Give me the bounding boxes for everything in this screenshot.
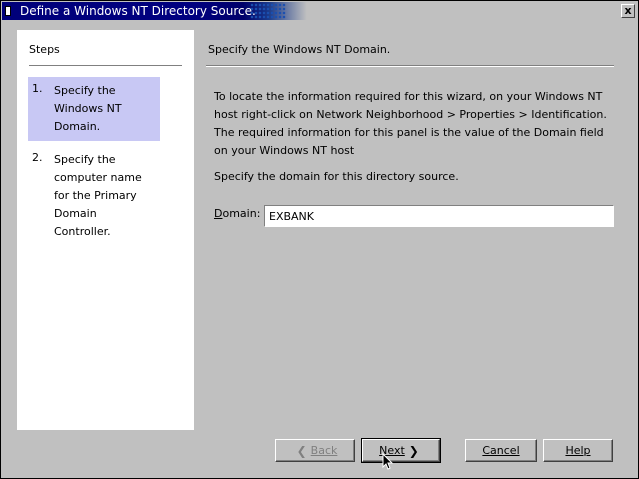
next-arrow-icon: ❯: [408, 443, 419, 458]
steps-panel: Steps 1. Specify the Windows NT Domain. …: [17, 30, 194, 430]
next-button[interactable]: Next ❯: [361, 438, 441, 463]
panel-prompt: Specify the domain for this directory so…: [214, 170, 459, 183]
domain-label: Domain:: [214, 207, 260, 220]
panel-description: To locate the information required for t…: [214, 90, 607, 157]
step-number: 1.: [32, 82, 43, 95]
cancel-button[interactable]: Cancel: [465, 439, 537, 462]
help-button[interactable]: Help: [543, 439, 613, 462]
heading-divider-highlight: [206, 66, 614, 67]
title-bar[interactable]: Define a Windows NT Directory Source. x: [2, 2, 637, 20]
step-item-1: 1. Specify the Windows NT Domain.: [28, 77, 160, 141]
step-label: Specify the Windows NT Domain.: [54, 84, 122, 133]
back-arrow-icon: ❮: [296, 443, 307, 458]
close-button[interactable]: x: [621, 4, 635, 18]
domain-input[interactable]: [264, 205, 614, 227]
step-item-2: 2. Specify the computer name for the Pri…: [28, 146, 160, 238]
dialog-window: Define a Windows NT Directory Source. x …: [0, 0, 639, 479]
step-number: 2.: [32, 151, 43, 164]
steps-title: Steps: [29, 43, 60, 56]
window-menu-icon[interactable]: [5, 6, 11, 16]
mouse-pointer-icon: [382, 453, 394, 470]
steps-divider: [29, 65, 182, 66]
panel-heading: Specify the Windows NT Domain.: [208, 43, 391, 56]
title-bar-pattern: [250, 3, 286, 19]
back-button[interactable]: ❮ Back: [275, 439, 355, 462]
back-button-label: Back: [310, 444, 338, 457]
help-button-label: Help: [565, 444, 591, 457]
step-label: Specify the computer name for the Primar…: [54, 153, 142, 238]
domain-label-text: omain:: [222, 207, 261, 220]
window-title: Define a Windows NT Directory Source.: [20, 4, 256, 18]
cancel-button-label: Cancel: [482, 444, 520, 457]
